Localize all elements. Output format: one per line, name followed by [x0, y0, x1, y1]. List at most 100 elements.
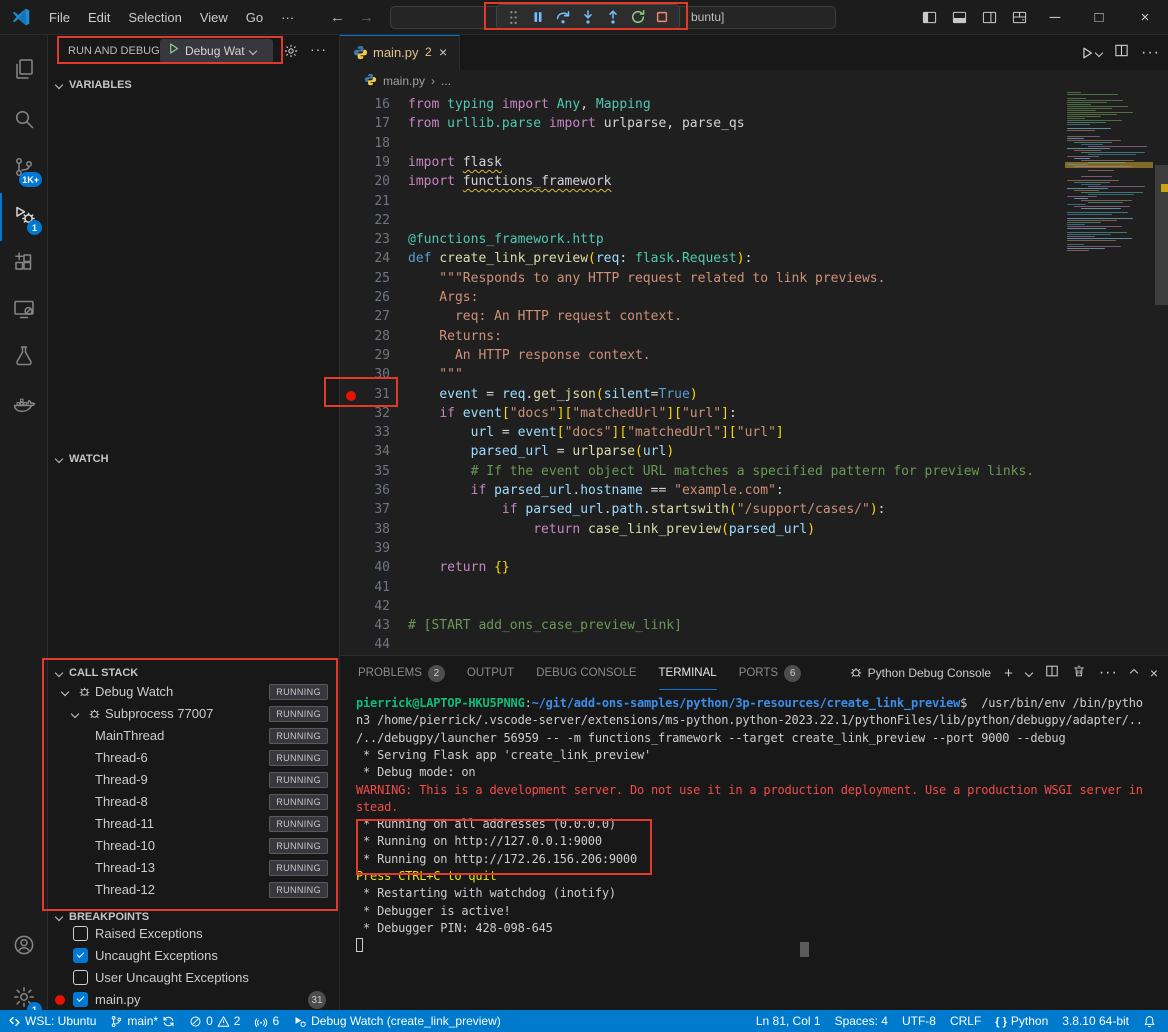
debug-configuration-dropdown[interactable]: Debug Wat	[160, 39, 273, 63]
go-back-icon[interactable]: ←	[330, 9, 345, 26]
variables-section-header[interactable]: VARIABLES	[48, 75, 340, 95]
toggle-sidebar-icon[interactable]	[914, 0, 944, 35]
interpreter[interactable]: 3.8.10 64-bit	[1062, 1014, 1129, 1028]
line-number[interactable]: 42	[340, 599, 390, 614]
line-number[interactable]: 37	[340, 502, 390, 517]
line-number[interactable]: 16	[340, 97, 390, 112]
line-number[interactable]: 25	[340, 271, 390, 286]
call-stack-item[interactable]: Subprocess 77007RUNNING	[48, 703, 340, 725]
minimize-button[interactable]: ─	[1034, 0, 1076, 35]
editor-scrollbar[interactable]	[1155, 35, 1168, 598]
line-number[interactable]: 40	[340, 560, 390, 575]
breakpoint-checkbox[interactable]	[73, 992, 88, 1007]
customize-layout-icon[interactable]	[1004, 0, 1034, 35]
menu-edit[interactable]: Edit	[79, 7, 119, 28]
activity-accounts[interactable]	[0, 923, 48, 971]
terminal-dropdown-chevron-icon[interactable]	[1025, 669, 1033, 677]
kill-terminal-icon[interactable]	[1072, 664, 1086, 683]
line-number[interactable]: 31	[340, 387, 390, 402]
panel-tab-output[interactable]: OUTPUT	[467, 656, 514, 690]
close-button[interactable]: ×	[1122, 0, 1168, 35]
line-number[interactable]: 32	[340, 406, 390, 421]
line-number[interactable]: 19	[340, 155, 390, 170]
call-stack-item[interactable]: MainThreadRUNNING	[48, 725, 340, 747]
indentation[interactable]: Spaces: 4	[835, 1014, 888, 1028]
menu-go[interactable]: Go	[237, 7, 272, 28]
menu-view[interactable]: View	[191, 7, 237, 28]
sidebar-more-actions-icon[interactable]: ···	[310, 41, 327, 57]
breadcrumb-file[interactable]: main.py	[383, 74, 425, 88]
debug-session-status[interactable]: Debug Watch (create_link_preview)	[293, 1014, 501, 1028]
line-number[interactable]: 21	[340, 194, 390, 209]
menu-selection[interactable]: Selection	[119, 7, 190, 28]
breakpoint-checkbox[interactable]	[73, 970, 88, 985]
maximize-panel-icon[interactable]	[1130, 669, 1138, 677]
step-out-icon[interactable]	[602, 6, 624, 28]
call-stack-section-header[interactable]: CALL STACK	[48, 663, 340, 683]
panel-tab-ports[interactable]: PORTS6	[739, 656, 801, 690]
line-number[interactable]: 20	[340, 174, 390, 189]
line-number[interactable]: 44	[340, 637, 390, 652]
line-number[interactable]: 29	[340, 348, 390, 363]
panel-tab-terminal[interactable]: TERMINAL	[659, 656, 717, 690]
go-forward-icon[interactable]: →	[359, 9, 374, 26]
toggle-panel-icon[interactable]	[944, 0, 974, 35]
line-number[interactable]: 17	[340, 116, 390, 131]
line-number[interactable]: 35	[340, 464, 390, 479]
line-number[interactable]: 39	[340, 541, 390, 556]
activity-remote-explorer[interactable]	[0, 287, 48, 335]
breakpoint-item[interactable]: Raised Exceptions	[48, 923, 340, 945]
split-terminal-icon[interactable]	[1045, 664, 1059, 683]
line-number[interactable]: 26	[340, 290, 390, 305]
notifications[interactable]	[1143, 1015, 1156, 1028]
terminal-output[interactable]: pierrick@LAPTOP-HKU5PNNG:~/git/add-ons-s…	[356, 696, 1156, 1006]
call-stack-item[interactable]: Debug WatchRUNNING	[48, 681, 340, 703]
line-number[interactable]: 22	[340, 213, 390, 228]
activity-extensions[interactable]	[0, 240, 48, 288]
line-number[interactable]: 24	[340, 251, 390, 266]
problems-status[interactable]: 02	[189, 1014, 240, 1028]
activity-search[interactable]	[0, 97, 48, 145]
line-number[interactable]: 38	[340, 522, 390, 537]
step-over-icon[interactable]	[552, 6, 574, 28]
run-python-file-icon[interactable]	[1080, 46, 1102, 60]
language-mode[interactable]: { }Python	[995, 1014, 1048, 1028]
minimap[interactable]	[1065, 92, 1155, 492]
breadcrumb-more[interactable]: ...	[441, 74, 451, 88]
call-stack-item[interactable]: Thread-12RUNNING	[48, 879, 340, 901]
breakpoint-checkbox[interactable]	[73, 926, 88, 941]
line-number[interactable]: 43	[340, 618, 390, 633]
line-number[interactable]: 36	[340, 483, 390, 498]
line-number[interactable]: 41	[340, 580, 390, 595]
line-number[interactable]: 33	[340, 425, 390, 440]
breakpoint-item[interactable]: User Uncaught Exceptions	[48, 967, 340, 989]
panel-more-actions-icon[interactable]: ···	[1099, 664, 1118, 682]
stop-icon[interactable]	[651, 6, 673, 28]
step-into-icon[interactable]	[577, 6, 599, 28]
tab-close-icon[interactable]: ×	[439, 44, 447, 60]
call-stack-item[interactable]: Thread-10RUNNING	[48, 835, 340, 857]
close-panel-icon[interactable]: ×	[1150, 665, 1158, 681]
line-number[interactable]: 34	[340, 444, 390, 459]
git-branch-status[interactable]: main*	[110, 1014, 175, 1028]
activity-docker[interactable]	[0, 382, 48, 430]
encoding[interactable]: UTF-8	[902, 1014, 936, 1028]
new-terminal-icon[interactable]: +	[1004, 665, 1013, 682]
code-editor[interactable]: 16from typing import Any, Mapping17from …	[340, 92, 1168, 655]
line-number[interactable]: 30	[340, 367, 390, 382]
split-editor-icon[interactable]	[1114, 43, 1129, 63]
call-stack-item[interactable]: Thread-8RUNNING	[48, 791, 340, 813]
activity-source-control[interactable]: 1K+	[0, 145, 48, 193]
menu-file[interactable]: File	[40, 7, 79, 28]
eol[interactable]: CRLF	[950, 1014, 981, 1028]
line-number[interactable]: 28	[340, 329, 390, 344]
maximize-button[interactable]: □	[1076, 0, 1122, 35]
cursor-position[interactable]: Ln 81, Col 1	[756, 1014, 821, 1028]
debug-settings-gear-icon[interactable]	[283, 43, 299, 64]
line-number[interactable]: 18	[340, 136, 390, 151]
activity-explorer[interactable]	[0, 47, 48, 95]
pause-icon[interactable]	[527, 6, 549, 28]
restart-icon[interactable]	[627, 6, 649, 28]
toggle-secondary-sidebar-icon[interactable]	[974, 0, 1004, 35]
breakpoint-item[interactable]: main.py31	[48, 989, 340, 1011]
